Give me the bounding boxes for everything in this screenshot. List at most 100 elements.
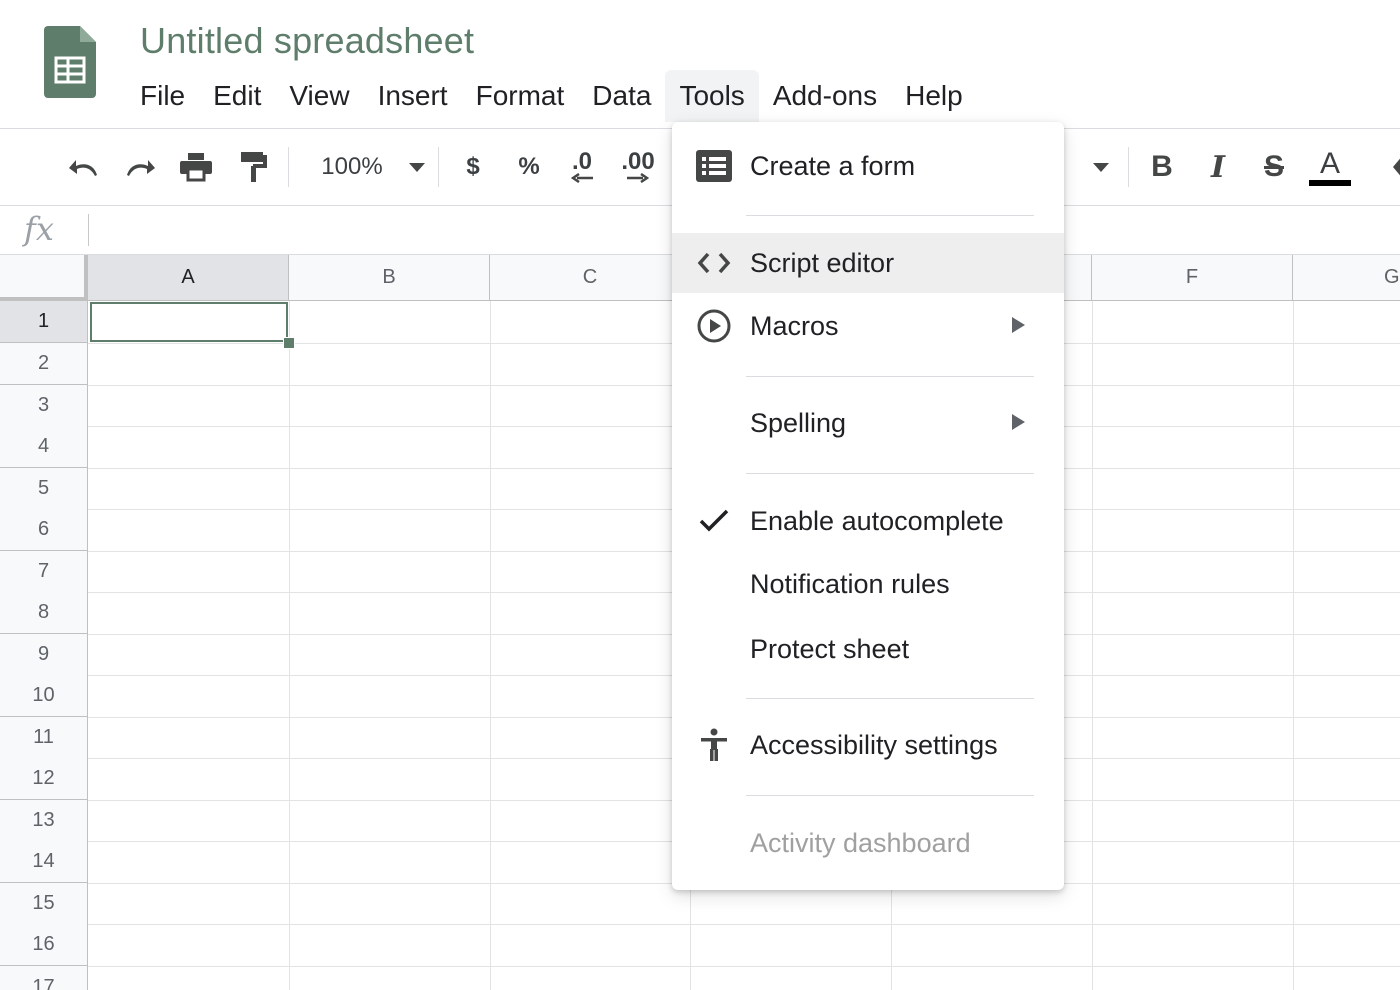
document-title[interactable]: Untitled spreadsheet <box>140 20 474 62</box>
menu-item-notification-rules[interactable]: Notification rules <box>672 554 1064 614</box>
row-header[interactable]: 14 <box>0 841 88 883</box>
italic-button[interactable]: I <box>1196 145 1240 189</box>
row-header[interactable]: 4 <box>0 426 88 468</box>
menu-separator <box>746 795 1034 796</box>
row-header[interactable]: 17 <box>0 966 88 990</box>
row-header[interactable]: 7 <box>0 551 88 593</box>
menu-item-script-editor[interactable]: Script editor <box>672 233 1064 293</box>
menu-separator <box>746 215 1034 216</box>
zoom-value: 100% <box>321 153 383 180</box>
row-header[interactable]: 2 <box>0 343 88 385</box>
zoom-select[interactable]: 100% <box>310 145 436 189</box>
fill-handle[interactable] <box>283 337 295 349</box>
menu-help[interactable]: Help <box>891 70 977 122</box>
grid-line <box>289 301 290 990</box>
menu-item-label: Enable autocomplete <box>750 506 1004 536</box>
font-size-dropdown[interactable] <box>1084 145 1118 189</box>
undo-button[interactable] <box>62 145 106 189</box>
strikethrough-button[interactable]: S <box>1252 145 1296 189</box>
row-header[interactable]: 1 <box>0 301 88 343</box>
dropdown-arrow-icon <box>1093 162 1109 172</box>
form-icon <box>696 150 732 182</box>
row-header[interactable]: 12 <box>0 758 88 800</box>
menu-format[interactable]: Format <box>462 70 579 122</box>
menu-separator <box>746 698 1034 699</box>
menu-view[interactable]: View <box>275 70 363 122</box>
print-button[interactable] <box>174 145 218 189</box>
bold-button[interactable]: B <box>1140 145 1184 189</box>
row-header[interactable]: 3 <box>0 385 88 427</box>
menu-item-macros[interactable]: Macros <box>672 296 1064 356</box>
menu-tools[interactable]: Tools <box>665 70 759 122</box>
increase-decimal-button[interactable]: .00 <box>612 145 664 189</box>
menu-add-ons[interactable]: Add-ons <box>759 70 891 122</box>
menu-file[interactable]: File <box>126 70 199 122</box>
formula-separator <box>88 214 89 246</box>
submenu-arrow-icon <box>1012 317 1025 333</box>
column-header-c[interactable]: C <box>490 255 691 301</box>
menu-separator <box>746 473 1034 474</box>
menu-item-label: Macros <box>750 311 839 341</box>
redo-icon <box>127 160 155 176</box>
code-icon <box>696 247 732 279</box>
percent-label: % <box>518 153 540 180</box>
column-header-b[interactable]: B <box>289 255 490 301</box>
menu-item-protect-sheet[interactable]: Protect sheet <box>672 619 1064 679</box>
menu-item-label: Accessibility settings <box>750 730 998 760</box>
menu-item-create-a-form[interactable]: Create a form <box>672 136 1064 196</box>
row-header[interactable]: 15 <box>0 883 88 925</box>
row-header[interactable]: 6 <box>0 509 88 551</box>
redo-button[interactable] <box>118 145 162 189</box>
fx-icon: fx <box>24 210 54 248</box>
menu-item-spelling[interactable]: Spelling <box>672 393 1064 453</box>
grid-line <box>1092 301 1093 990</box>
submenu-arrow-icon <box>1012 414 1025 430</box>
sheets-logo-icon[interactable] <box>44 26 96 98</box>
dropdown-arrow-icon <box>408 162 425 172</box>
row-header[interactable]: 16 <box>0 924 88 966</box>
menu-insert[interactable]: Insert <box>364 70 462 122</box>
arrow-right-icon <box>627 173 649 183</box>
row-header[interactable]: 13 <box>0 800 88 842</box>
select-all-corner[interactable] <box>0 255 88 301</box>
more-tools-icon[interactable] <box>1393 155 1400 179</box>
bold-icon: B <box>1151 150 1173 183</box>
toolbar-separator <box>288 147 289 187</box>
row-header[interactable]: 8 <box>0 592 88 634</box>
undo-icon <box>69 160 97 176</box>
print-icon <box>180 153 212 182</box>
percent-format-button[interactable]: % <box>508 145 550 189</box>
menu-item-accessibility-settings[interactable]: Accessibility settings <box>672 715 1064 775</box>
row-header[interactable]: 9 <box>0 634 88 676</box>
column-header-a[interactable]: A <box>88 255 289 301</box>
arrow-left-icon <box>571 173 593 183</box>
grid-line <box>88 966 1400 967</box>
row-header[interactable]: 5 <box>0 468 88 510</box>
menu-edit[interactable]: Edit <box>199 70 275 122</box>
column-header-g[interactable]: G <box>1293 255 1400 301</box>
currency-label: $ <box>466 153 480 180</box>
selected-cell-a1[interactable] <box>90 302 288 342</box>
currency-format-button[interactable]: $ <box>452 145 494 189</box>
menu-item-enable-autocomplete[interactable]: Enable autocomplete <box>672 491 1064 551</box>
toolbar-separator <box>438 147 439 187</box>
menu-data[interactable]: Data <box>578 70 665 122</box>
menu-item-label: Activity dashboard <box>750 828 971 858</box>
row-header[interactable]: 11 <box>0 717 88 759</box>
text-color-button[interactable]: A <box>1306 145 1354 189</box>
grid-line <box>1293 301 1294 990</box>
menu-item-label: Spelling <box>750 408 847 438</box>
italic-icon: I <box>1210 149 1226 185</box>
toolbar-separator <box>1128 147 1129 187</box>
paint-format-button[interactable] <box>232 145 276 189</box>
decrease-decimal-button[interactable]: .0 <box>558 145 606 189</box>
menu-item-label: Notification rules <box>750 569 950 599</box>
menu-separator <box>746 376 1034 377</box>
grid-line <box>88 924 1400 925</box>
menu-item-label: Script editor <box>750 248 895 278</box>
increase-decimal-label: .00 <box>621 148 655 175</box>
menu-item-label: Create a form <box>750 151 916 181</box>
decrease-decimal-label: .0 <box>571 148 592 175</box>
row-header[interactable]: 10 <box>0 675 88 717</box>
column-header-f[interactable]: F <box>1092 255 1293 301</box>
